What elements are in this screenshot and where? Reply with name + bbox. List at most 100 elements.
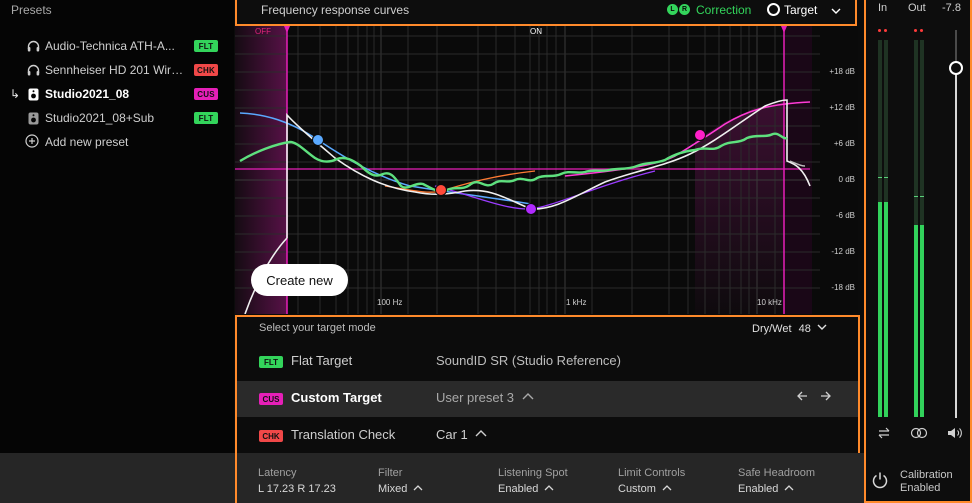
- target-row-flat[interactable]: FLT Flat Target SoundID SR (Studio Refer…: [237, 344, 858, 380]
- graph-title: Frequency response curves: [261, 3, 410, 17]
- clip-indicator: [884, 29, 887, 32]
- power-icon[interactable]: [871, 471, 889, 489]
- flt-badge: FLT: [259, 356, 283, 368]
- db-tick-label: +6 dB: [833, 139, 855, 148]
- left-channel-icon: L: [667, 4, 678, 15]
- speaker-icon: [26, 111, 40, 125]
- freq-tick-label: 1 kHz: [566, 298, 587, 307]
- chevron-down-icon[interactable]: [830, 1, 842, 24]
- clip-indicator: [878, 29, 881, 32]
- headphones-icon: [26, 63, 40, 77]
- chevron-up-icon: [544, 485, 554, 491]
- filter-status[interactable]: Filter Mixed: [378, 465, 424, 497]
- presets-panel: Presets Audio-Technica ATH-A... FLT Senn…: [0, 0, 234, 453]
- lr-channel-toggle[interactable]: L R: [667, 4, 690, 15]
- target-value: User preset 3: [436, 390, 515, 405]
- peak-marker: [914, 196, 918, 197]
- status-label: Latency: [258, 467, 297, 479]
- volume-slider-fill: [955, 68, 957, 418]
- status-value: Enabled: [738, 483, 779, 495]
- add-new-preset-button[interactable]: Add new preset: [0, 131, 234, 153]
- statusbar-left: [0, 453, 235, 503]
- meter-level: [878, 202, 882, 417]
- target-toggle[interactable]: Target: [784, 3, 817, 17]
- db-tick-label: -6 dB: [835, 211, 855, 220]
- speaker-icon: [26, 87, 40, 101]
- output-meter-left: [914, 40, 918, 417]
- arrow-right-icon[interactable]: [820, 389, 832, 406]
- chevron-up-icon: [662, 485, 672, 491]
- meter-level: [884, 202, 888, 417]
- chevron-down-icon: [817, 324, 827, 330]
- preset-item-studio2021-08[interactable]: ↳ Studio2021_08 CUS: [0, 83, 234, 105]
- on-label: ON: [530, 27, 542, 36]
- status-value: Mixed: [378, 483, 408, 495]
- peak-marker: [884, 177, 888, 178]
- chevron-up-icon: [475, 430, 487, 437]
- preset-item-studio2021-08-sub[interactable]: Studio2021_08+Sub FLT: [0, 107, 234, 129]
- target-row-custom[interactable]: CUS Custom Target User preset 3: [237, 381, 858, 417]
- add-new-preset-label: Add new preset: [45, 135, 129, 149]
- calibration-status: Calibration Enabled: [900, 469, 953, 495]
- preset-label: Audio-Technica ATH-A...: [45, 39, 175, 53]
- meter-level: [914, 224, 918, 417]
- limit-controls-status[interactable]: Limit Controls Custom: [618, 465, 685, 497]
- freq-tick-label: 100 Hz: [377, 298, 403, 307]
- preset-label: Sennheiser HD 201 Wire...: [45, 63, 187, 77]
- frequency-response-graph[interactable]: OFF ON +18 dB +12 dB +6 dB 0 dB -6 dB -1…: [235, 26, 858, 314]
- calibration-value: Enabled: [900, 482, 941, 494]
- output-meter-right: [920, 40, 924, 417]
- freq-tick-label: 10 kHz: [757, 298, 782, 307]
- target-mode-heading: Select your target mode: [259, 322, 376, 334]
- swap-channels-icon[interactable]: [877, 426, 891, 443]
- preset-item-audio-technica[interactable]: Audio-Technica ATH-A... FLT: [0, 35, 234, 57]
- preset-item-sennheiser[interactable]: Sennheiser HD 201 Wire... CHK: [0, 59, 234, 81]
- right-channel-icon: R: [679, 4, 690, 15]
- input-meter-label: In: [878, 2, 888, 14]
- status-label: Filter: [378, 467, 403, 479]
- preset-label: Studio2021_08: [45, 87, 130, 101]
- clip-indicator: [920, 29, 923, 32]
- drywet-control[interactable]: Dry/Wet 48: [752, 322, 828, 335]
- db-tick-label: +18 dB: [829, 67, 855, 76]
- create-new-button[interactable]: Create new: [251, 264, 348, 296]
- flt-badge: FLT: [194, 112, 218, 124]
- volume-value: -7.8: [942, 2, 961, 14]
- correction-toggle[interactable]: Correction: [696, 3, 751, 17]
- status-bar: Latency L 17.23 R 17.23 Filter Mixed Lis…: [237, 453, 858, 503]
- volume-slider-thumb[interactable]: [949, 61, 963, 75]
- drywet-value: 48: [798, 323, 811, 335]
- target-value: Car 1: [436, 427, 468, 442]
- speaker-volume-icon[interactable]: [947, 426, 963, 443]
- target-name: Translation Check: [291, 427, 396, 442]
- presets-title: Presets: [11, 3, 52, 17]
- status-label: Safe Headroom: [738, 467, 816, 479]
- plus-circle-icon: [25, 133, 39, 151]
- off-label: OFF: [255, 27, 271, 36]
- status-label: Limit Controls: [618, 467, 686, 479]
- drywet-label: Dry/Wet: [752, 323, 792, 335]
- status-value: Enabled: [498, 483, 539, 495]
- graph-header: Frequency response curves L R Correction…: [235, 0, 857, 26]
- arrow-left-icon[interactable]: [796, 389, 808, 406]
- cus-badge: CUS: [194, 88, 218, 100]
- mono-icon[interactable]: [910, 426, 928, 443]
- peak-marker: [920, 196, 924, 197]
- target-row-translation[interactable]: CHK Translation Check Car 1: [237, 418, 858, 454]
- target-name: Flat Target: [291, 353, 353, 368]
- flt-badge: FLT: [194, 40, 218, 52]
- output-meter-label: Out: [908, 2, 926, 14]
- headphones-icon: [26, 39, 40, 53]
- target-value: SoundID SR (Studio Reference): [436, 353, 621, 368]
- clip-indicator: [914, 29, 917, 32]
- target-value-dropdown[interactable]: User preset 3: [436, 390, 535, 405]
- target-value-dropdown[interactable]: Car 1: [436, 427, 488, 442]
- chevron-up-icon: [784, 485, 794, 491]
- status-value: L 17.23 R 17.23: [258, 483, 336, 495]
- db-tick-label: 0 dB: [838, 175, 855, 184]
- input-meter-left: [878, 40, 882, 417]
- peak-marker: [878, 177, 882, 178]
- listening-spot-status[interactable]: Listening Spot Enabled: [498, 465, 568, 497]
- safe-headroom-status[interactable]: Safe Headroom Enabled: [738, 465, 815, 497]
- db-tick-label: -12 dB: [831, 247, 855, 256]
